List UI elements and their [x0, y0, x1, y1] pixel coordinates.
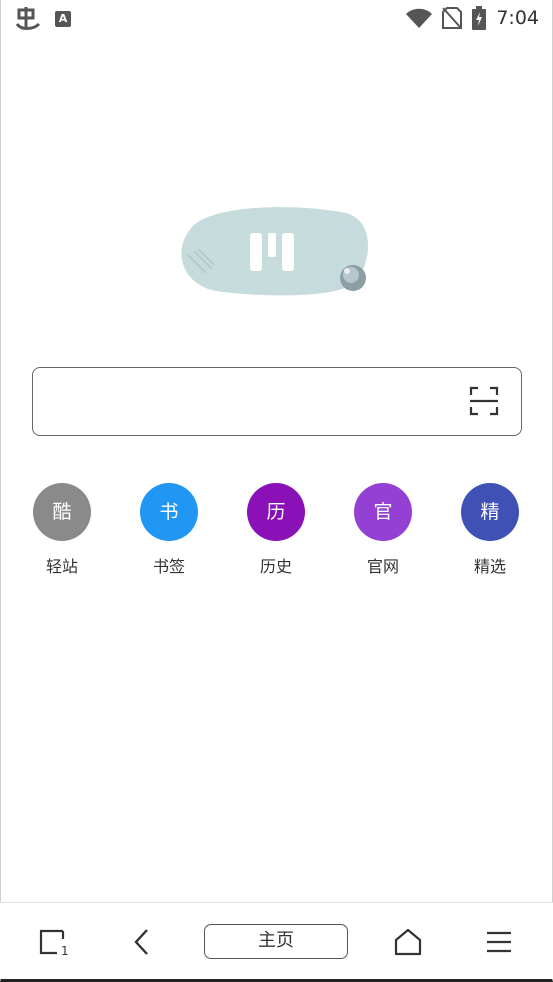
shortcut-grid: 酷 轻站 书 书签 历 历史 官 官网 精 精选 — [0, 483, 553, 583]
menu-icon — [487, 931, 511, 952]
shortcut-official-site-label: 官网 — [366, 557, 399, 576]
status-bar: A 7:04 — [0, 0, 553, 38]
shortcut-featured-label: 精选 — [473, 557, 506, 576]
no-sim-icon — [442, 7, 463, 29]
status-bar-right: 7:04 — [406, 6, 539, 30]
shortcut-featured[interactable]: 精 精选 — [450, 483, 530, 577]
status-time: 7:04 — [496, 7, 539, 29]
menu-button[interactable] — [469, 903, 529, 980]
shortcut-history[interactable]: 历 历史 — [236, 483, 316, 577]
shortcut-featured-icon: 精 — [461, 483, 519, 541]
scan-qr-icon[interactable] — [469, 386, 499, 416]
shortcut-official-site[interactable]: 官 官网 — [343, 483, 423, 577]
accessibility-a-icon: A — [55, 11, 71, 27]
bottom-toolbar: 1 主页 — [0, 902, 553, 979]
shortcut-history-label: 历史 — [259, 557, 292, 576]
status-bar-left: A — [15, 6, 71, 32]
shortcut-qingzhan[interactable]: 酷 轻站 — [22, 483, 102, 577]
shortcut-history-icon: 历 — [247, 483, 305, 541]
shortcut-official-site-icon: 官 — [354, 483, 412, 541]
tabs-button[interactable]: 1 — [24, 903, 84, 980]
back-arrow-icon — [134, 928, 148, 955]
battery-charging-icon — [472, 6, 487, 30]
shortcut-bookmarks-icon: 书 — [140, 483, 198, 541]
shortcut-bookmarks-label: 书签 — [152, 557, 185, 576]
browser-logo — [181, 207, 369, 296]
wifi-icon — [406, 8, 433, 28]
home-page-button[interactable]: 主页 — [204, 924, 348, 959]
tabs-count: 1 — [61, 944, 69, 957]
tabs-icon: 1 — [39, 929, 69, 957]
app-notification-icon — [15, 7, 41, 30]
shortcut-bookmarks[interactable]: 书 书签 — [129, 483, 209, 577]
home-icon — [394, 928, 422, 955]
search-box[interactable] — [32, 367, 522, 436]
back-button[interactable] — [112, 903, 172, 980]
home-button[interactable] — [378, 903, 438, 980]
search-input[interactable] — [47, 382, 447, 422]
shortcut-qingzhan-icon: 酷 — [33, 483, 91, 541]
shortcut-qingzhan-label: 轻站 — [45, 557, 78, 576]
